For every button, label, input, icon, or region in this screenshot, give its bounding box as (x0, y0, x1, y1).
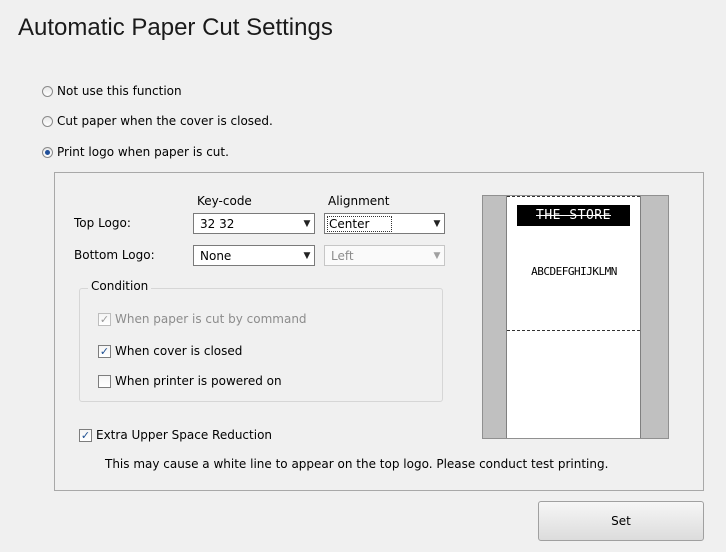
condition-legend: Condition (88, 279, 152, 293)
radio-cut-on-cover-close[interactable]: Cut paper when the cover is closed. (42, 114, 273, 128)
extra-space-note: This may cause a white line to appear on… (105, 457, 609, 471)
radio-print-logo-button[interactable] (42, 146, 53, 158)
receipt-paper (506, 196, 641, 438)
radio-cut-on-cover-close-button[interactable] (42, 115, 53, 127)
radio-print-logo[interactable]: Print logo when paper is cut. (42, 145, 229, 159)
bottom-logo-alignment-select: Left ▼ (324, 245, 445, 266)
top-logo-keycode-select[interactable]: 32 32 ▼ (193, 213, 315, 234)
radio-not-use-label[interactable]: Not use this function (57, 84, 182, 98)
checkmark-icon: ✓ (99, 312, 110, 326)
checkmark-icon: ✓ (99, 344, 110, 358)
bottom-logo-label: Bottom Logo: (74, 248, 155, 262)
bottom-logo-keycode-value: None (200, 248, 232, 263)
condition-cut-by-command: ✓ When paper is cut by command (98, 312, 307, 326)
top-logo-label: Top Logo: (74, 216, 131, 230)
chevron-down-icon[interactable]: ▼ (430, 214, 444, 233)
preview-cut-line (507, 330, 640, 331)
condition-powered-on-label[interactable]: When printer is powered on (115, 374, 282, 388)
condition-cover-closed-label[interactable]: When cover is closed (115, 344, 242, 358)
radio-print-logo-label[interactable]: Print logo when paper is cut. (57, 145, 229, 159)
top-logo-alignment-select[interactable]: Center ▼ (324, 213, 445, 234)
radio-cut-on-cover-close-label[interactable]: Cut paper when the cover is closed. (57, 114, 273, 128)
chevron-down-icon[interactable]: ▼ (300, 214, 314, 233)
radio-not-use[interactable]: Not use this function (42, 84, 182, 98)
bottom-logo-alignment-value: Left (331, 248, 354, 263)
preview-sample-text: ABCDEFGHIJKLMN (531, 265, 617, 278)
bottom-logo-keycode-select[interactable]: None ▼ (193, 245, 315, 266)
extra-space-reduction-label[interactable]: Extra Upper Space Reduction (96, 428, 272, 442)
alignment-header: Alignment (328, 194, 390, 208)
keycode-header: Key-code (197, 194, 252, 208)
radio-not-use-button[interactable] (42, 85, 53, 97)
preview-logo: THE STORE (517, 205, 630, 226)
chevron-down-icon[interactable]: ▼ (300, 246, 314, 265)
preview-cut-line-top (507, 196, 640, 197)
checkmark-icon: ✓ (80, 428, 91, 442)
page-title: Automatic Paper Cut Settings (18, 14, 333, 41)
top-logo-alignment-value: Center (327, 215, 393, 232)
checkbox-extra-space-reduction[interactable]: ✓ (79, 428, 92, 442)
extra-space-reduction[interactable]: ✓ Extra Upper Space Reduction (79, 428, 272, 442)
top-logo-keycode-value: 32 32 (200, 216, 235, 231)
checkbox-powered-on[interactable] (98, 374, 111, 388)
checkbox-cover-closed[interactable]: ✓ (98, 344, 111, 358)
condition-cut-by-command-label: When paper is cut by command (115, 312, 307, 326)
condition-powered-on[interactable]: When printer is powered on (98, 374, 282, 388)
condition-cover-closed[interactable]: ✓ When cover is closed (98, 344, 242, 358)
preview-logo-text: THE STORE (536, 208, 611, 223)
checkbox-cut-by-command: ✓ (98, 312, 111, 326)
chevron-down-icon: ▼ (433, 250, 441, 261)
set-button[interactable]: Set (538, 501, 704, 541)
